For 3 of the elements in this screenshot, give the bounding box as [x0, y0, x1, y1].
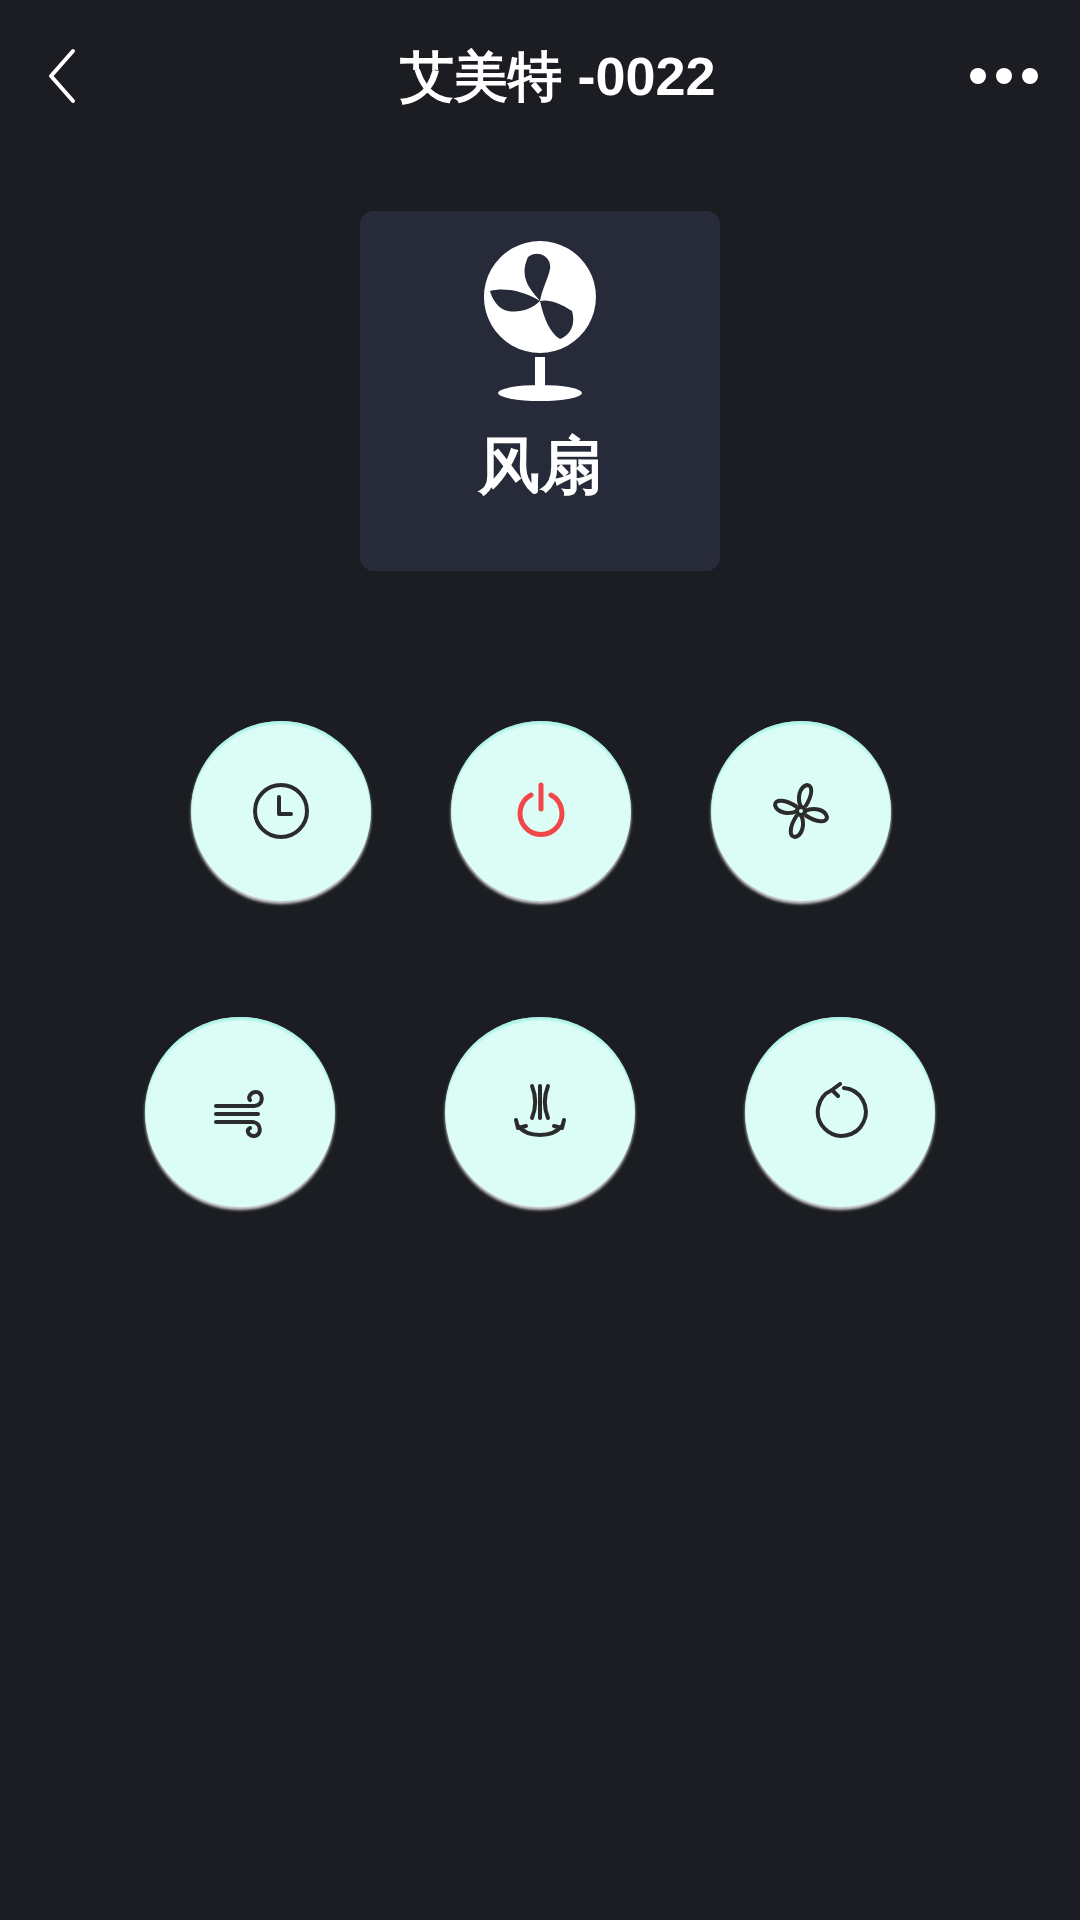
page-title: 艾美特 -0022 — [400, 44, 716, 108]
device-label: 风扇 — [478, 435, 602, 497]
device-card[interactable]: 风扇 — [360, 211, 720, 571]
